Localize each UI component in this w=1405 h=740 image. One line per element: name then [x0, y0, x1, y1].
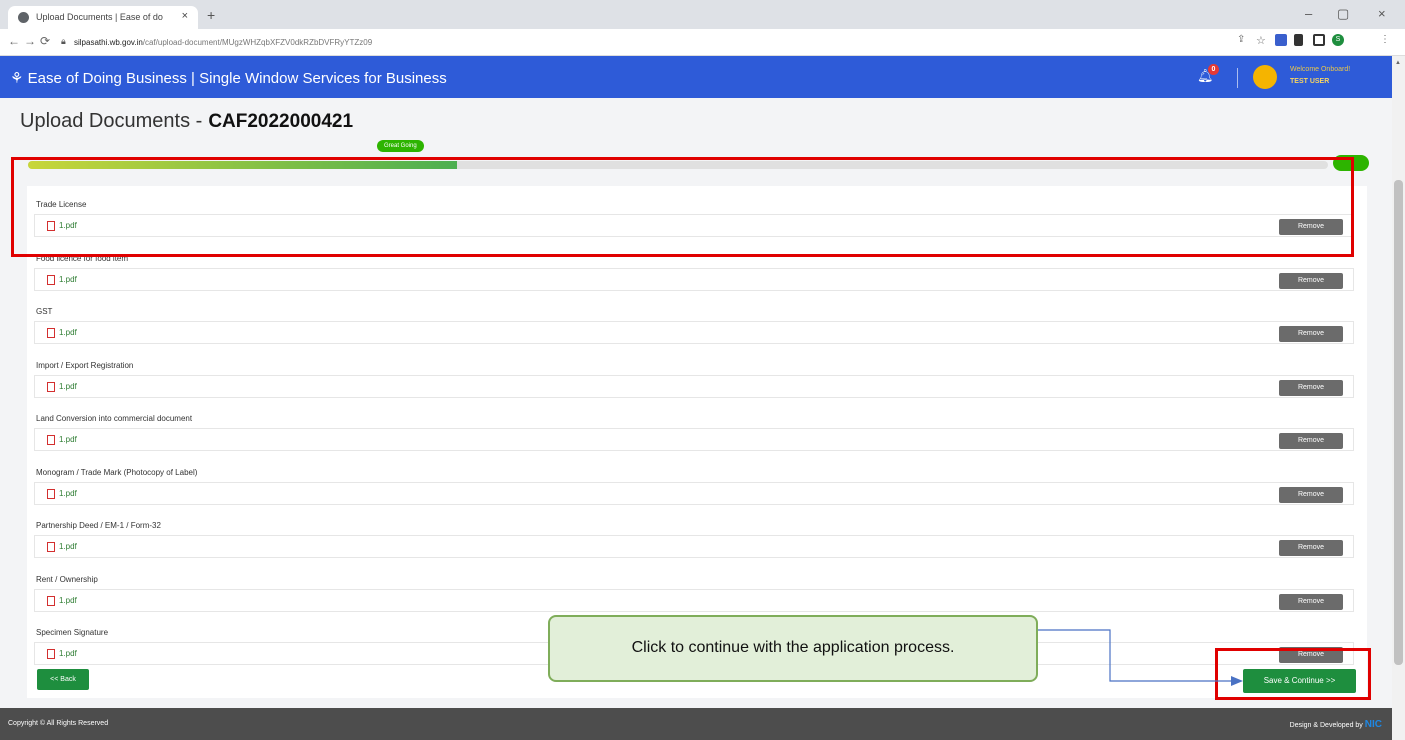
lock-icon: 🔒︎ [61, 36, 66, 46]
user-avatar[interactable] [1253, 65, 1277, 89]
scrollbar-thumb[interactable] [1394, 180, 1403, 665]
document-label: GST [36, 307, 53, 316]
document-row: 1.pdf Remove [34, 535, 1354, 558]
document-label: Import / Export Registration [36, 361, 134, 370]
address-bar[interactable]: 🔒︎ silpasathi.wb.gov.in/caf/upload-docum… [56, 32, 1226, 52]
share-icon[interactable]: ⇪ [1237, 34, 1245, 45]
tab-title: Upload Documents | Ease of do [36, 12, 163, 22]
document-row: 1.pdf Remove [34, 375, 1354, 398]
pdf-file-icon [47, 489, 55, 499]
remove-button[interactable]: Remove [1279, 433, 1343, 449]
sidepanel-icon[interactable] [1313, 34, 1325, 46]
document-row: 1.pdf Remove [34, 428, 1354, 451]
callout-connector-arrow [1038, 629, 1243, 686]
credits-text: Design & Developed by NIC [1289, 719, 1382, 730]
progress-badge: Great Going [377, 140, 424, 152]
nic-logo: NIC [1364, 719, 1382, 730]
close-window-button[interactable]: × [1378, 6, 1386, 21]
puzzle-icon[interactable] [1294, 34, 1303, 46]
minimize-button[interactable]: – [1305, 6, 1312, 21]
pdf-file-icon [47, 382, 55, 392]
remove-button[interactable]: Remove [1279, 273, 1343, 289]
document-label: Monogram / Trade Mark (Photocopy of Labe… [36, 468, 198, 477]
file-link[interactable]: 1.pdf [59, 382, 77, 391]
copyright-text: Copyright © All Rights Reserved [8, 720, 109, 727]
document-row: 1.pdf Remove [34, 321, 1354, 344]
highlight-box-trade-license [11, 157, 1354, 257]
remove-button[interactable]: Remove [1279, 380, 1343, 396]
file-link[interactable]: 1.pdf [59, 649, 77, 658]
document-label: Partnership Deed / EM-1 / Form-32 [36, 521, 161, 530]
pdf-file-icon [47, 435, 55, 445]
url-path: /caf/upload-document/MUgzWHZqbXFZV0dkRZb… [142, 38, 373, 47]
notification-count-badge: 0 [1208, 64, 1219, 75]
remove-button[interactable]: Remove [1279, 487, 1343, 503]
document-label: Rent / Ownership [36, 575, 98, 584]
reload-icon[interactable]: ⟳ [40, 34, 50, 48]
menu-kebab-icon[interactable]: ⋮ [1380, 34, 1390, 45]
user-name[interactable]: TEST USER [1290, 78, 1329, 85]
scroll-up-arrow-icon[interactable]: ▲ [1395, 60, 1401, 66]
header-divider [1237, 68, 1238, 88]
site-header: ⚘ Ease of Doing Business | Single Window… [0, 56, 1392, 98]
footer: Copyright © All Rights Reserved Design &… [0, 708, 1392, 740]
maximize-button[interactable]: ▢ [1337, 6, 1349, 22]
browser-window: Upload Documents | Ease of do × + – ▢ × … [0, 0, 1405, 740]
document-row: 1.pdf Remove [34, 268, 1354, 291]
remove-button[interactable]: Remove [1279, 594, 1343, 610]
file-link[interactable]: 1.pdf [59, 596, 77, 605]
welcome-text: Welcome Onboard! [1290, 66, 1351, 73]
document-label: Land Conversion into commercial document [36, 414, 193, 423]
site-title[interactable]: ⚘ Ease of Doing Business | Single Window… [10, 69, 447, 87]
document-label: Specimen Signature [36, 628, 109, 637]
document-row: 1.pdf Remove [34, 589, 1354, 612]
pdf-file-icon [47, 328, 55, 338]
file-link[interactable]: 1.pdf [59, 435, 77, 444]
back-button[interactable]: << Back [37, 669, 89, 690]
page-title: Upload Documents - CAF2022000421 [20, 110, 354, 132]
remove-button[interactable]: Remove [1279, 540, 1343, 556]
file-link[interactable]: 1.pdf [59, 275, 77, 284]
document-row: 1.pdf Remove [34, 482, 1354, 505]
tab-close-icon[interactable]: × [182, 10, 188, 22]
pdf-file-icon [47, 275, 55, 285]
favicon-icon [18, 12, 29, 23]
callout-tooltip: Click to continue with the application p… [548, 615, 1038, 682]
tab-strip: Upload Documents | Ease of do × + – ▢ × [0, 0, 1405, 29]
pdf-file-icon [47, 649, 55, 659]
browser-tab[interactable]: Upload Documents | Ease of do × [8, 6, 198, 29]
profile-avatar[interactable]: S [1332, 34, 1344, 46]
remove-button[interactable]: Remove [1279, 326, 1343, 342]
url-host: silpasathi.wb.gov.in [74, 38, 143, 47]
bookmark-star-icon[interactable]: ☆ [1256, 34, 1266, 47]
pdf-file-icon [47, 596, 55, 606]
pdf-file-icon [47, 542, 55, 552]
caf-id: CAF2022000421 [208, 111, 354, 132]
file-link[interactable]: 1.pdf [59, 328, 77, 337]
file-link[interactable]: 1.pdf [59, 542, 77, 551]
file-link[interactable]: 1.pdf [59, 489, 77, 498]
new-tab-button[interactable]: + [207, 7, 215, 23]
extension-icon[interactable] [1275, 34, 1287, 46]
browser-toolbar: ← → ⟳ 🔒︎ silpasathi.wb.gov.in/caf/upload… [0, 29, 1405, 56]
forward-arrow-icon[interactable]: → [24, 34, 36, 48]
back-arrow-icon[interactable]: ← [8, 34, 20, 48]
